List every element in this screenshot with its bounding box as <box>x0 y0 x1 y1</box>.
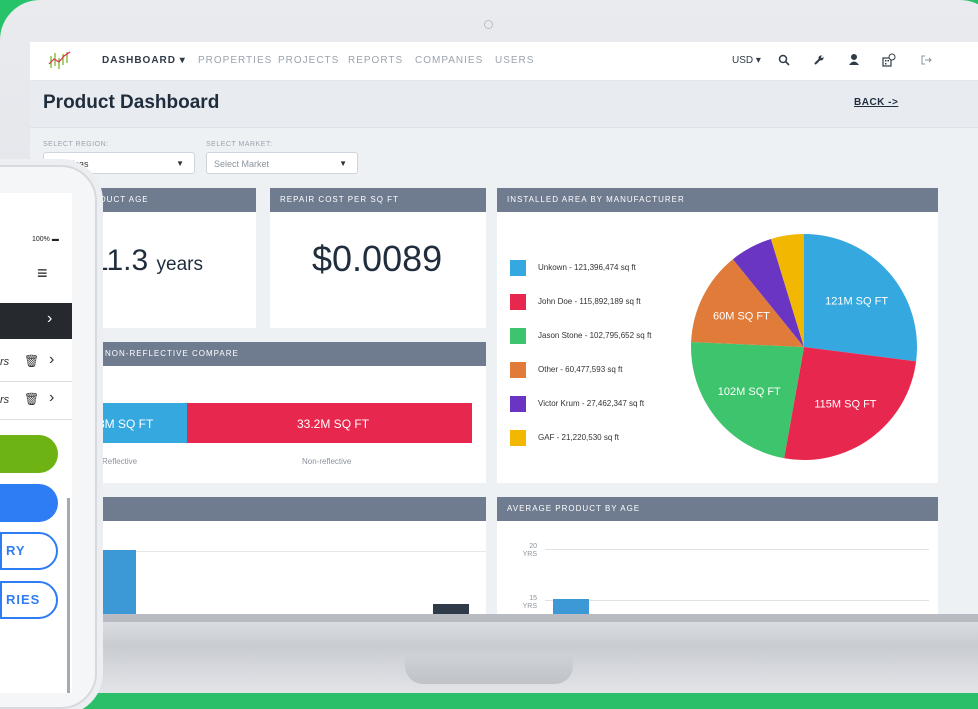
pie-slice-jason-stone <box>691 342 804 459</box>
nav-reports[interactable]: REPORTS <box>348 55 403 66</box>
chevron-down-icon: ▼ <box>176 159 184 168</box>
y-tick-20: 20 YRS <box>522 543 537 558</box>
legend-swatch <box>510 260 526 276</box>
base-edge <box>0 614 978 622</box>
legend-label: Jason Stone - 102,795,652 sq ft <box>538 331 652 340</box>
avg-product-age-card: AVERAGE PRODUCT BY AGE 20 YRS 15 YRS <box>497 497 938 614</box>
pie-chart: 121M SQ FT 115M SQ FT 102M SQ FT 60M SQ FT <box>691 234 917 460</box>
pie-slice-label: 60M SQ FT <box>713 310 770 322</box>
logo-icon[interactable] <box>48 50 72 70</box>
search-icon[interactable] <box>778 54 790 66</box>
reflective-caption: Reflective <box>102 457 138 466</box>
battery-text: 100% ▬ <box>32 236 59 243</box>
list-item-text: rs <box>0 394 10 406</box>
legend-swatch <box>510 362 526 378</box>
reflective-bar-label: 6.8M SQ FT <box>88 417 154 431</box>
nav-companies[interactable]: COMPANIES <box>415 55 483 66</box>
legend-swatch <box>510 328 526 344</box>
reflective-compare-card: VE VS. NON-REFLECTIVE COMPARE 6.8M SQ FT… <box>60 342 486 483</box>
pie-slice-label: 102M SQ FT <box>718 386 781 398</box>
card-title: REPAIR COST PER SQ FT <box>270 188 486 212</box>
nav-dashboard[interactable]: DASHBOARD ▾ <box>102 55 186 66</box>
currency-select[interactable]: USD ▾ <box>732 55 761 66</box>
bar <box>553 599 589 614</box>
logout-icon[interactable] <box>920 54 932 66</box>
repair-cost-card: REPAIR COST PER SQ FT $0.0089 <box>270 188 486 328</box>
nav-properties[interactable]: PROPERTIES <box>198 55 272 66</box>
chevron-down-icon: ▼ <box>339 159 347 168</box>
outline-button-2[interactable]: RIES <box>0 581 58 619</box>
outline-button-1[interactable]: RY <box>0 532 58 570</box>
pie-slice-label: 121M SQ FT <box>825 296 888 308</box>
card-title: SQ/FT <box>60 497 486 521</box>
legend-label: Victor Krum - 27,462,347 sq ft <box>538 399 645 408</box>
list-item-text: rs <box>0 356 10 368</box>
top-nav: DASHBOARD ▾ PROPERTIES PROJECTS REPORTS … <box>30 42 978 81</box>
market-label: SELECT MARKET: <box>206 141 273 148</box>
non-reflective-caption: Non-reflective <box>302 457 352 466</box>
green-button[interactable] <box>0 435 58 473</box>
installed-area-card: INSTALLED AREA BY MANUFACTURER Unkown - … <box>497 188 938 483</box>
blue-button[interactable] <box>0 484 58 522</box>
camera <box>484 20 493 29</box>
building-icon[interactable] <box>882 53 896 67</box>
card-title: AVERAGE PRODUCT BY AGE <box>497 497 938 521</box>
bar <box>433 604 469 614</box>
wrench-icon[interactable] <box>813 54 825 66</box>
legend-label: Unkown - 121,396,474 sq ft <box>538 263 636 272</box>
market-placeholder: Select Market <box>214 159 270 169</box>
legend-label: John Doe - 115,892,189 sq ft <box>538 297 641 306</box>
legend-label: Other - 60,477,593 sq ft <box>538 365 623 374</box>
repair-cost-value: $0.0089 <box>312 238 443 279</box>
phone-screen: 100% ▬ ≡ › rs 🗑 › rs 🗑 › RY RIES <box>0 193 92 693</box>
card-title: INSTALLED AREA BY MANUFACTURER <box>497 188 938 212</box>
legend-swatch <box>510 430 526 446</box>
user-icon[interactable] <box>848 53 860 66</box>
scrollbar[interactable] <box>67 498 70 693</box>
trash-icon[interactable]: 🗑 <box>24 354 39 368</box>
legend-swatch <box>510 396 526 412</box>
nav-users[interactable]: USERS <box>495 55 534 66</box>
gridline <box>545 549 929 550</box>
sqft-chart-card: SQ/FT <box>60 497 486 614</box>
region-label: SELECT REGION: <box>43 141 109 148</box>
market-select[interactable]: Select Market ▼ <box>206 152 358 174</box>
legend-swatch <box>510 294 526 310</box>
nav-projects[interactable]: PROJECTS <box>278 55 339 66</box>
bar <box>100 550 136 614</box>
product-age-value: 11.3 years <box>92 244 203 277</box>
base-notch <box>405 654 573 684</box>
y-tick-15: 15 YRS <box>522 595 537 610</box>
chevron-right-icon[interactable]: › <box>47 310 52 328</box>
chevron-right-icon[interactable]: › <box>49 351 54 369</box>
laptop-screen: DASHBOARD ▾ PROPERTIES PROJECTS REPORTS … <box>30 42 978 614</box>
card-title: VE VS. NON-REFLECTIVE COMPARE <box>60 342 486 366</box>
laptop-base <box>0 614 978 693</box>
hamburger-icon[interactable]: ≡ <box>37 263 48 284</box>
phone-header-bar <box>0 303 72 339</box>
trash-icon[interactable]: 🗑 <box>24 392 39 406</box>
pie-slice-label: 115M SQ FT <box>814 398 876 410</box>
gridline <box>545 600 929 601</box>
page-title: Product Dashboard <box>43 92 220 113</box>
chevron-right-icon[interactable]: › <box>49 389 54 407</box>
legend-label: GAF - 21,220,530 sq ft <box>538 433 619 442</box>
non-reflective-bar-label: 33.2M SQ FT <box>297 417 370 431</box>
back-link[interactable]: BACK -> <box>854 97 898 108</box>
